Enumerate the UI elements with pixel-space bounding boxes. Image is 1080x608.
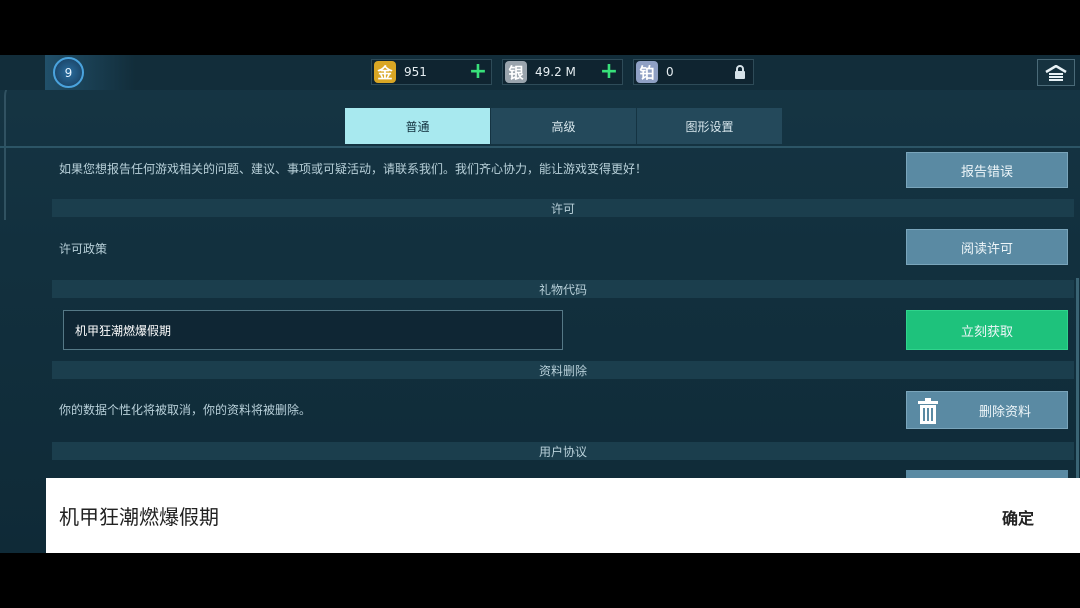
report-bug-button[interactable]: 报告错误 [906,152,1068,188]
gold-value: 951 [404,65,427,79]
add-silver-button[interactable]: + [600,61,618,83]
tab-graphics[interactable]: 图形设置 [637,108,782,144]
settings-tabs: 普通 高级 图形设置 [345,108,783,144]
settings-panel: 如果您想报告任何游戏相关的问题、建议、事项或可疑活动，请联系我们。我们齐心协力，… [0,148,1080,493]
tab-general[interactable]: 普通 [345,108,490,144]
delete-description: 你的数据个性化将被取消，你的资料将被删除。 [59,403,312,417]
ime-input-text[interactable]: 机甲狂潮燃爆假期 [59,501,219,530]
player-level-panel[interactable]: 9 [45,55,135,90]
gold-currency: 金 951 + [371,59,492,85]
tab-advanced[interactable]: 高级 [491,108,636,144]
garage-button[interactable] [1037,59,1075,86]
gold-icon: 金 [374,61,396,83]
user-agreement-button[interactable] [906,470,1068,478]
trash-icon [918,398,938,424]
add-gold-button[interactable]: + [469,61,487,83]
license-policy-label: 许可政策 [59,242,108,256]
silver-currency: 银 49.2 M + [502,59,623,85]
section-license-header: 许可 [52,199,1074,217]
silver-icon: 银 [505,61,527,83]
platinum-currency: 铂 0 [633,59,754,85]
level-badge: 9 [53,57,84,88]
section-data-deletion-header: 资料删除 [52,361,1074,379]
lock-icon [731,63,749,81]
report-description: 如果您想报告任何游戏相关的问题、建议、事项或可疑活动，请联系我们。我们齐心协力，… [59,162,648,176]
read-license-button[interactable]: 阅读许可 [906,229,1068,265]
silver-value: 49.2 M [535,65,576,79]
redeem-now-button[interactable]: 立刻获取 [906,310,1068,350]
section-gift-code-header: 礼物代码 [52,280,1074,298]
top-bar: 9 金 951 + 银 49.2 M + 铂 0 [0,55,1080,90]
input-method-bar: 机甲狂潮燃爆假期 确定 [46,478,1080,553]
platinum-icon: 铂 [636,61,658,83]
gift-code-input[interactable]: 机甲狂潮燃爆假期 [63,310,563,350]
delete-data-label: 删除资料 [978,404,1031,420]
garage-icon [1045,64,1067,81]
scrollbar[interactable] [1076,278,1079,493]
ime-confirm-button[interactable]: 确定 [1002,505,1034,529]
delete-data-button[interactable]: 删除资料 [906,391,1068,429]
platinum-value: 0 [666,65,674,79]
section-user-agreement-header: 用户协议 [52,442,1074,460]
